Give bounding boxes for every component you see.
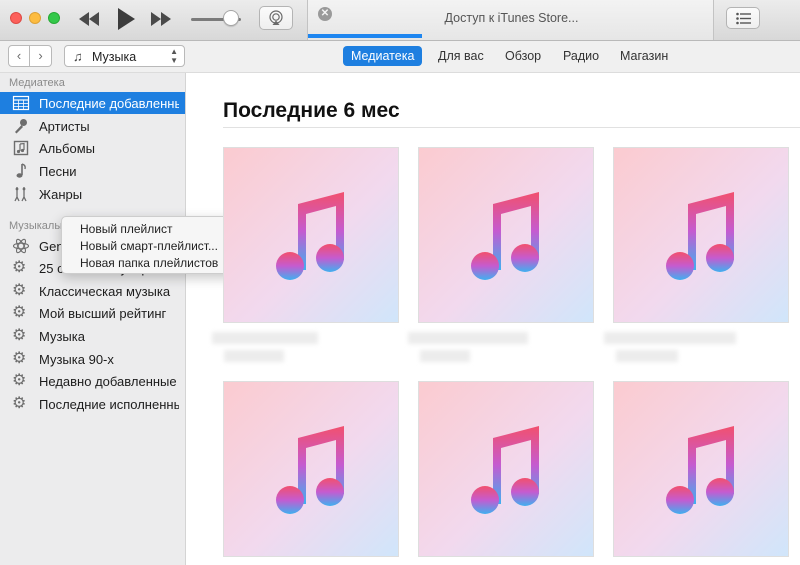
music-placeholder-icon bbox=[419, 382, 593, 556]
album-artwork[interactable] bbox=[418, 147, 594, 323]
sidebar-item-genres[interactable]: Жанры bbox=[0, 183, 185, 205]
airplay-button[interactable] bbox=[259, 6, 293, 30]
gear-icon: ⚙ bbox=[12, 259, 27, 276]
back-button[interactable]: ‹ bbox=[8, 45, 30, 67]
music-placeholder-icon bbox=[419, 148, 593, 322]
close-window-button[interactable] bbox=[10, 12, 22, 24]
media-type-label: Музыка bbox=[92, 50, 137, 64]
navigation-bar: ‹ › ♫ Музыка ▲ ▼ Медиатека Для вас Обзор … bbox=[0, 41, 800, 73]
album-icon bbox=[13, 140, 29, 156]
sidebar-item-90s-music[interactable]: ⚙ Музыка 90-х bbox=[0, 348, 185, 370]
menu-item-new-playlist[interactable]: Новый плейлист bbox=[80, 222, 172, 236]
album-artist-redacted bbox=[224, 350, 284, 362]
gear-icon: ⚙ bbox=[12, 282, 27, 299]
album-artwork[interactable] bbox=[418, 381, 594, 557]
sidebar-item-label: Альбомы bbox=[39, 141, 95, 156]
status-progress-bar bbox=[308, 34, 422, 38]
fast-forward-icon bbox=[151, 12, 171, 26]
sidebar-item-label: Последние исполненные bbox=[39, 397, 179, 412]
sidebar-item-label: Последние добавленные bbox=[39, 96, 179, 111]
gear-icon: ⚙ bbox=[12, 350, 27, 367]
sidebar-item-label: Музыка bbox=[39, 329, 85, 344]
music-note-icon: ♫ bbox=[73, 49, 83, 64]
status-display: ✕ Доступ к iTunes Store... bbox=[307, 0, 714, 40]
rewind-icon bbox=[79, 12, 99, 26]
tab-store[interactable]: Магазин bbox=[612, 46, 676, 66]
sidebar-item-label: Классическая музыка bbox=[39, 284, 171, 299]
airplay-icon bbox=[269, 10, 283, 25]
music-placeholder-icon bbox=[224, 382, 398, 556]
page-title: Последние 6 мес bbox=[223, 99, 400, 122]
music-placeholder-icon bbox=[614, 382, 788, 556]
album-artist-redacted bbox=[420, 350, 470, 362]
album-artwork[interactable] bbox=[613, 381, 789, 557]
menu-item-new-smart-playlist[interactable]: Новый смарт-плейлист... bbox=[80, 239, 218, 253]
music-note-icon bbox=[16, 163, 26, 178]
microphone-icon bbox=[15, 119, 27, 134]
album-title-redacted bbox=[212, 332, 318, 344]
album-title-redacted bbox=[408, 332, 528, 344]
sidebar-item-label: Песни bbox=[39, 164, 77, 179]
fast-forward-button[interactable] bbox=[150, 11, 172, 31]
divider bbox=[223, 127, 800, 128]
sidebar-item-label: Мой высший рейтинг bbox=[39, 306, 167, 321]
media-type-select[interactable]: ♫ Музыка ▲ ▼ bbox=[64, 45, 185, 67]
sidebar-item-label: Жанры bbox=[39, 187, 83, 202]
album-artwork[interactable] bbox=[223, 147, 399, 323]
play-icon bbox=[118, 8, 135, 30]
zoom-window-button[interactable] bbox=[48, 12, 60, 24]
tab-browse[interactable]: Обзор bbox=[497, 46, 549, 66]
gear-icon: ⚙ bbox=[12, 304, 27, 321]
sidebar-section-library: Медиатека bbox=[9, 77, 65, 89]
sidebar-item-artists[interactable]: Артисты bbox=[0, 115, 185, 137]
sidebar-item-recently-added-playlist[interactable]: ⚙ Недавно добавленные bbox=[0, 370, 185, 392]
album-artwork[interactable] bbox=[613, 147, 789, 323]
album-title-redacted bbox=[604, 332, 736, 344]
gear-icon: ⚙ bbox=[12, 372, 27, 389]
sidebar-item-recently-added[interactable]: Последние добавленные bbox=[0, 92, 185, 114]
recently-added-icon bbox=[12, 95, 30, 111]
sidebar-item-music[interactable]: ⚙ Музыка bbox=[0, 325, 185, 347]
gear-icon: ⚙ bbox=[12, 327, 27, 344]
sidebar-item-label: Артисты bbox=[39, 119, 90, 134]
sidebar-item-songs[interactable]: Песни bbox=[0, 160, 185, 182]
list-icon bbox=[736, 12, 751, 25]
volume-slider-knob[interactable] bbox=[223, 10, 239, 26]
music-placeholder-icon bbox=[224, 148, 398, 322]
sidebar-item-classical[interactable]: ⚙ Классическая музыка bbox=[0, 280, 185, 302]
genius-icon bbox=[12, 238, 30, 254]
rewind-button[interactable] bbox=[78, 11, 100, 31]
album-artwork[interactable] bbox=[223, 381, 399, 557]
sidebar-item-recently-played[interactable]: ⚙ Последние исполненные bbox=[0, 393, 185, 415]
tab-for-you[interactable]: Для вас bbox=[430, 46, 492, 66]
playlist-context-menu: Новый плейлист Новый смарт-плейлист... Н… bbox=[61, 216, 247, 274]
genres-icon bbox=[14, 187, 27, 202]
tab-radio[interactable]: Радио bbox=[555, 46, 607, 66]
forward-button[interactable]: › bbox=[30, 45, 52, 67]
sidebar-item-top-rated[interactable]: ⚙ Мой высший рейтинг bbox=[0, 302, 185, 324]
album-artist-redacted bbox=[616, 350, 678, 362]
sidebar-item-label: Недавно добавленные bbox=[39, 374, 177, 389]
minimize-window-button[interactable] bbox=[29, 12, 41, 24]
play-button[interactable] bbox=[116, 7, 136, 35]
tab-library[interactable]: Медиатека bbox=[343, 46, 423, 66]
sidebar: Медиатека Последние добавленные Артисты … bbox=[0, 73, 186, 565]
select-arrows-icon: ▲ ▼ bbox=[170, 47, 178, 65]
up-next-button[interactable] bbox=[726, 7, 760, 29]
menu-item-new-playlist-folder[interactable]: Новая папка плейлистов bbox=[80, 256, 218, 270]
music-placeholder-icon bbox=[614, 148, 788, 322]
status-title: Доступ к iTunes Store... bbox=[444, 11, 579, 25]
title-bar: ✕ Доступ к iTunes Store... bbox=[0, 0, 800, 41]
gear-icon: ⚙ bbox=[12, 395, 27, 412]
sidebar-item-albums[interactable]: Альбомы bbox=[0, 137, 185, 159]
sidebar-item-label: Музыка 90-х bbox=[39, 352, 114, 367]
